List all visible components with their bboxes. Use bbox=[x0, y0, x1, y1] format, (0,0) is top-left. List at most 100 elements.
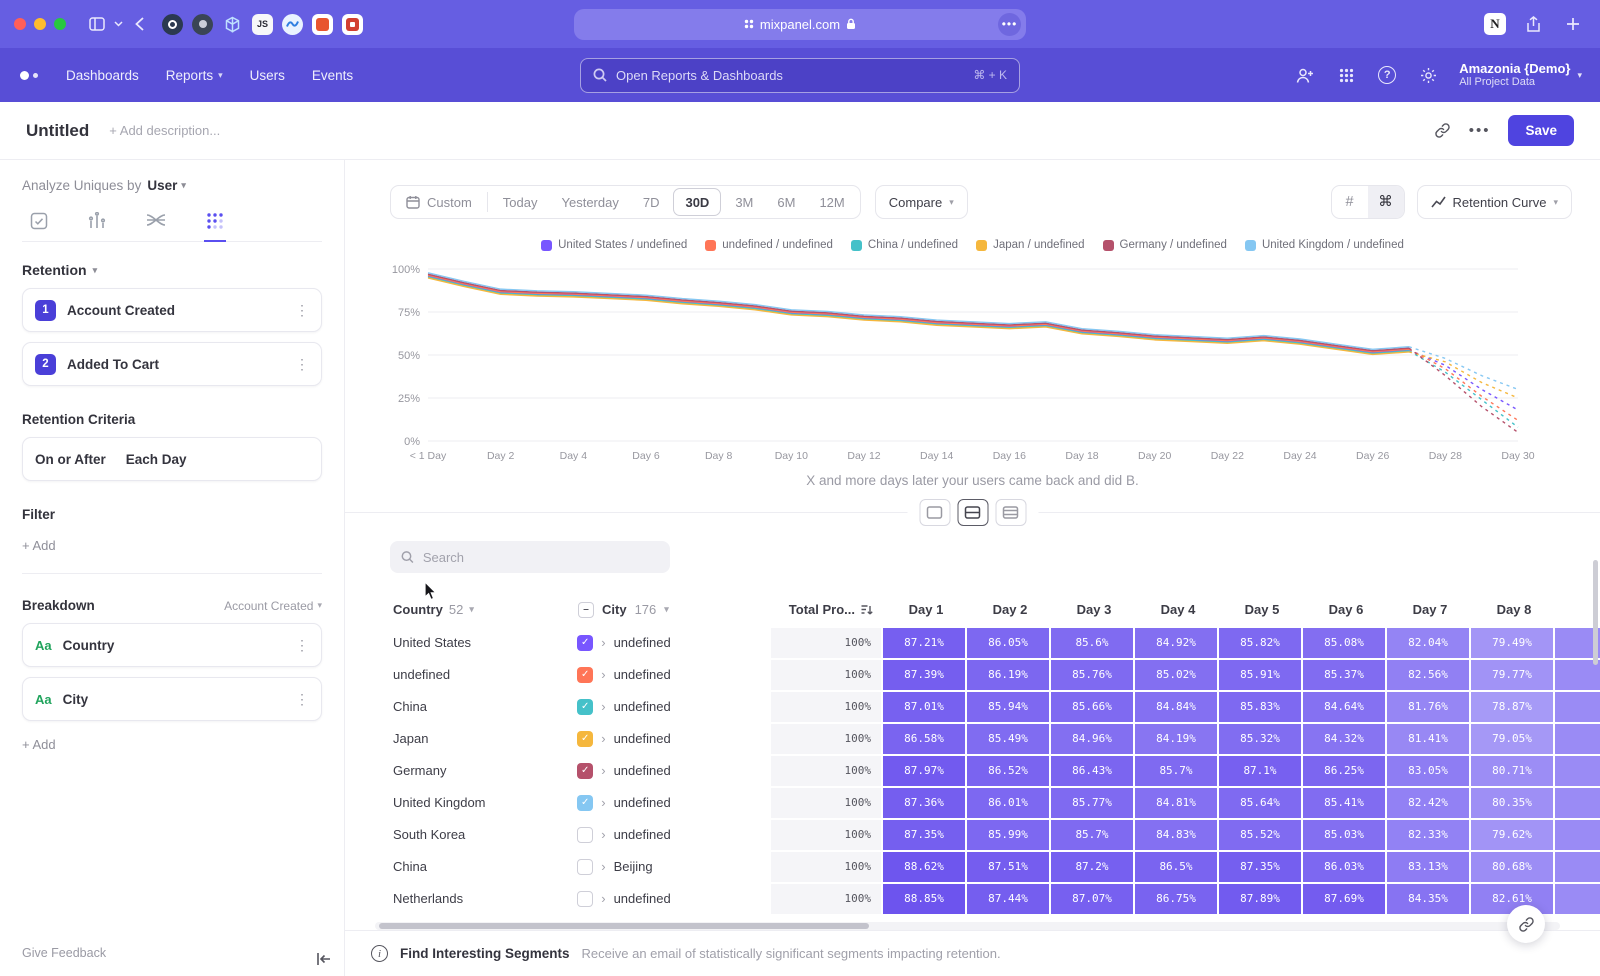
table-row[interactable]: undefined✓›undefined100%87.39%86.19%85.7… bbox=[345, 660, 1600, 690]
nav-item-reports[interactable]: Reports▾ bbox=[166, 68, 223, 83]
expand-chevron-icon[interactable]: › bbox=[601, 763, 605, 778]
vertical-scrollbar[interactable] bbox=[1593, 560, 1598, 665]
step-options-icon[interactable]: ⋮ bbox=[295, 302, 309, 319]
series-checkbox[interactable] bbox=[577, 827, 593, 843]
expand-chevron-icon[interactable]: › bbox=[601, 731, 605, 746]
tab-events[interactable] bbox=[28, 208, 50, 242]
city-column-header[interactable]: – City 176 ▾ bbox=[578, 602, 773, 618]
view-table-only-button[interactable] bbox=[995, 499, 1026, 526]
range-yesterday-button[interactable]: Yesterday bbox=[550, 188, 631, 216]
keyboard-shortcuts-button[interactable]: ⌘ bbox=[1368, 186, 1404, 218]
day-column-header[interactable]: Day 1 bbox=[885, 602, 967, 617]
view-split-button[interactable] bbox=[957, 499, 988, 526]
day-column-header[interactable]: Day 5 bbox=[1221, 602, 1303, 617]
add-description[interactable]: + Add description... bbox=[109, 123, 220, 138]
series-checkbox[interactable]: ✓ bbox=[577, 763, 593, 779]
series-checkbox[interactable]: ✓ bbox=[577, 667, 593, 683]
legend-item-united-kingdom[interactable]: United Kingdom / undefined bbox=[1245, 239, 1404, 251]
table-row[interactable]: Germany✓›undefined100%87.97%86.52%86.43%… bbox=[345, 756, 1600, 786]
chevron-down-icon[interactable] bbox=[110, 11, 126, 37]
table-row[interactable]: China›Beijing100%88.62%87.51%87.2%86.5%8… bbox=[345, 852, 1600, 882]
nav-item-events[interactable]: Events bbox=[312, 68, 353, 83]
table-row[interactable]: South Korea›undefined100%87.35%85.99%85.… bbox=[345, 820, 1600, 850]
address-bar[interactable]: mixpanel.com ••• bbox=[574, 9, 1026, 40]
add-filter-button[interactable]: + Add bbox=[22, 538, 56, 553]
global-search-button[interactable]: Open Reports & Dashboards ⌘ + K bbox=[580, 58, 1020, 93]
expand-chevron-icon[interactable]: › bbox=[601, 635, 605, 650]
expand-chevron-icon[interactable]: › bbox=[601, 827, 605, 842]
criteria-each-day[interactable]: Each Day bbox=[126, 452, 187, 467]
scrollbar-thumb[interactable] bbox=[379, 923, 869, 929]
breakdown-options-icon[interactable]: ⋮ bbox=[295, 691, 309, 708]
day-column-header[interactable]: Day 7 bbox=[1389, 602, 1471, 617]
expand-chevron-icon[interactable]: › bbox=[601, 891, 605, 906]
collapse-sidebar-icon[interactable] bbox=[316, 952, 332, 966]
add-breakdown-button[interactable]: + Add bbox=[22, 737, 56, 752]
expand-chevron-icon[interactable]: › bbox=[601, 667, 605, 682]
day-column-header[interactable]: Day 4 bbox=[1137, 602, 1219, 617]
mixpanel-logo-icon[interactable] bbox=[20, 71, 38, 80]
report-title[interactable]: Untitled bbox=[26, 121, 89, 141]
range-6m-button[interactable]: 6M bbox=[765, 188, 807, 216]
extension-icon-3[interactable] bbox=[222, 14, 243, 35]
extension-icon-js[interactable]: JS bbox=[252, 14, 273, 35]
legend-item-japan[interactable]: Japan / undefined bbox=[976, 239, 1084, 251]
series-checkbox[interactable]: ✓ bbox=[577, 699, 593, 715]
project-selector[interactable]: Amazonia {Demo} All Project Data ▾ bbox=[1459, 61, 1582, 89]
share-link-floating-button[interactable] bbox=[1507, 905, 1545, 943]
extension-icon-1[interactable] bbox=[162, 14, 183, 35]
retention-step-1[interactable]: 1 Account Created ⋮ bbox=[22, 288, 322, 332]
expand-chevron-icon[interactable]: › bbox=[601, 795, 605, 810]
legend-item-germany[interactable]: Germany / undefined bbox=[1103, 239, 1227, 251]
table-row[interactable]: United States✓›undefined100%87.21%86.05%… bbox=[345, 628, 1600, 658]
tab-measurements[interactable] bbox=[86, 208, 108, 242]
breakdown-scope-dropdown[interactable]: Account Created▾ bbox=[224, 599, 322, 613]
annotations-toggle-button[interactable]: # bbox=[1332, 186, 1368, 218]
user-management-icon[interactable] bbox=[1293, 63, 1317, 87]
give-feedback-link[interactable]: Give Feedback bbox=[22, 946, 106, 960]
table-row[interactable]: Netherlands›undefined100%88.85%87.44%87.… bbox=[345, 884, 1600, 914]
country-column-header[interactable]: Country 52 ▾ bbox=[393, 602, 578, 617]
save-button[interactable]: Save bbox=[1508, 115, 1574, 146]
tab-flows[interactable] bbox=[144, 208, 168, 242]
legend-item-china[interactable]: China / undefined bbox=[851, 239, 958, 251]
sidebar-toggle-icon[interactable] bbox=[84, 11, 110, 37]
range-today-button[interactable]: Today bbox=[491, 188, 550, 216]
help-icon[interactable]: ? bbox=[1375, 63, 1399, 87]
extension-icon-7[interactable] bbox=[342, 14, 363, 35]
chart-type-dropdown[interactable]: Retention Curve▾ bbox=[1417, 185, 1572, 219]
view-chart-only-button[interactable] bbox=[919, 499, 950, 526]
range-7d-button[interactable]: 7D bbox=[631, 188, 672, 216]
select-all-checkbox[interactable]: – bbox=[578, 602, 594, 618]
copy-link-icon[interactable] bbox=[1434, 122, 1451, 139]
breakdown-city[interactable]: Aa City ⋮ bbox=[22, 677, 322, 721]
nav-item-dashboards[interactable]: Dashboards bbox=[66, 68, 139, 83]
extension-icon-5[interactable] bbox=[282, 14, 303, 35]
custom-date-button[interactable]: Custom bbox=[394, 188, 484, 216]
expand-chevron-icon[interactable]: › bbox=[601, 699, 605, 714]
range-3m-button[interactable]: 3M bbox=[723, 188, 765, 216]
series-checkbox[interactable]: ✓ bbox=[577, 635, 593, 651]
site-options-icon[interactable]: ••• bbox=[998, 13, 1021, 36]
series-checkbox[interactable] bbox=[577, 859, 593, 875]
day-column-header[interactable]: Day 6 bbox=[1305, 602, 1387, 617]
extension-icon-6[interactable] bbox=[312, 14, 333, 35]
extension-icon-2[interactable] bbox=[192, 14, 213, 35]
breakdown-options-icon[interactable]: ⋮ bbox=[295, 637, 309, 654]
range-30d-button[interactable]: 30D bbox=[673, 188, 721, 216]
tab-retention[interactable] bbox=[204, 208, 226, 242]
range-12m-button[interactable]: 12M bbox=[807, 188, 856, 216]
day-column-header[interactable]: Day 8 bbox=[1473, 602, 1555, 617]
share-icon[interactable] bbox=[1520, 11, 1546, 37]
breakdown-country[interactable]: Aa Country ⋮ bbox=[22, 623, 322, 667]
series-checkbox[interactable]: ✓ bbox=[577, 795, 593, 811]
step-options-icon[interactable]: ⋮ bbox=[295, 356, 309, 373]
analyze-entity-dropdown[interactable]: User▾ bbox=[147, 178, 186, 193]
day-column-header[interactable]: Day 3 bbox=[1053, 602, 1135, 617]
compare-dropdown[interactable]: Compare▾ bbox=[875, 185, 968, 219]
back-icon[interactable] bbox=[126, 11, 152, 37]
legend-item-united-states[interactable]: United States / undefined bbox=[541, 239, 687, 251]
table-row[interactable]: Japan✓›undefined100%86.58%85.49%84.96%84… bbox=[345, 724, 1600, 754]
zoom-window-button[interactable] bbox=[54, 18, 66, 30]
day-column-header[interactable]: Day 2 bbox=[969, 602, 1051, 617]
